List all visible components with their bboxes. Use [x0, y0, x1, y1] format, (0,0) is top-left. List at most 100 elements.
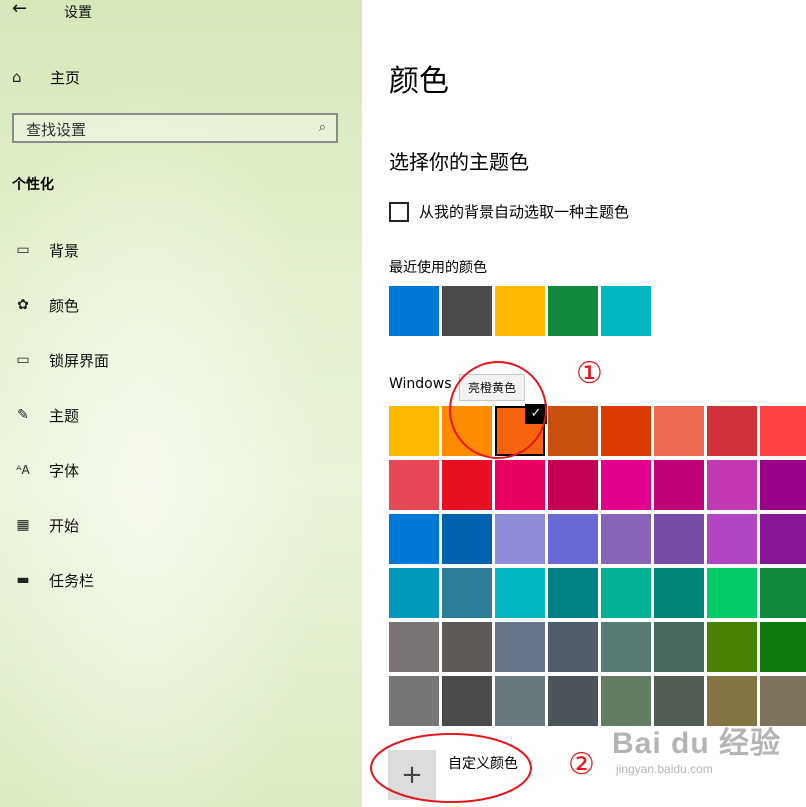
color-swatch[interactable]	[548, 286, 598, 336]
color-swatch[interactable]	[601, 514, 651, 564]
nav-home[interactable]: ⌂ 主页	[12, 64, 312, 90]
color-swatch[interactable]	[548, 622, 598, 672]
section-subtitle: 选择你的主题色	[389, 150, 529, 174]
recent-colors	[389, 286, 654, 336]
color-swatch[interactable]	[495, 460, 545, 510]
sidebar-item-label: 颜色	[49, 296, 80, 315]
start-icon: ▦	[16, 517, 30, 533]
nav-home-label: 主页	[50, 68, 81, 87]
font-icon: ᴬA	[16, 463, 30, 477]
color-swatch[interactable]	[442, 460, 492, 510]
color-swatch[interactable]	[760, 622, 806, 672]
color-swatch[interactable]	[548, 568, 598, 618]
color-swatch[interactable]	[495, 514, 545, 564]
sidebar-item-taskbar[interactable]: ▬ 任务栏	[12, 567, 332, 593]
sidebar-item-label: 锁屏界面	[49, 351, 110, 370]
sidebar-item-label: 开始	[49, 516, 80, 535]
sidebar-item-lockscreen[interactable]: ▭ 锁屏界面	[12, 347, 332, 373]
color-swatch[interactable]	[442, 568, 492, 618]
color-swatch[interactable]	[389, 676, 439, 726]
auto-pick-label: 从我的背景自动选取一种主题色	[419, 203, 630, 221]
color-swatch[interactable]	[442, 676, 492, 726]
color-swatch[interactable]	[548, 514, 598, 564]
search-icon[interactable]: ⌕	[319, 120, 326, 135]
color-swatch[interactable]	[654, 568, 704, 618]
color-swatch[interactable]	[654, 460, 704, 510]
color-swatch[interactable]	[389, 460, 439, 510]
color-swatch[interactable]: ✓	[495, 404, 547, 456]
back-arrow-icon[interactable]: ←	[12, 0, 27, 19]
picture-icon: ▭	[16, 242, 30, 258]
search-placeholder: 查找设置	[26, 121, 87, 139]
color-swatch[interactable]	[389, 514, 439, 564]
color-swatch[interactable]	[548, 676, 598, 726]
color-swatch[interactable]	[601, 568, 651, 618]
sidebar-item-themes[interactable]: ✎ 主题	[12, 402, 332, 428]
auto-pick-checkbox[interactable]	[389, 201, 409, 222]
color-grid-row	[389, 622, 806, 672]
sidebar-item-background[interactable]: ▭ 背景	[12, 237, 332, 263]
main-panel: 颜色 选择你的主题色 从我的背景自动选取一种主题色 最近使用的颜色 Window…	[362, 0, 806, 807]
color-swatch[interactable]	[389, 406, 439, 456]
color-swatch[interactable]	[601, 460, 651, 510]
color-swatch[interactable]	[707, 406, 757, 456]
home-icon: ⌂	[12, 68, 22, 86]
color-swatch[interactable]	[707, 622, 757, 672]
color-swatch[interactable]	[654, 406, 704, 456]
page-title: 颜色	[389, 64, 449, 99]
sidebar-item-fonts[interactable]: ᴬA 字体	[12, 457, 332, 483]
custom-color-button[interactable]: 自定义颜色	[448, 753, 518, 773]
color-swatch[interactable]	[601, 286, 651, 336]
watermark-logo: Bai du 经验	[612, 727, 782, 760]
color-swatch[interactable]	[442, 514, 492, 564]
windows-colors-label: Windows	[389, 376, 452, 392]
color-swatch[interactable]	[442, 622, 492, 672]
sidebar-item-start[interactable]: ▦ 开始	[12, 512, 332, 538]
color-swatch[interactable]	[654, 622, 704, 672]
lockscreen-icon: ▭	[16, 352, 30, 368]
sidebar-item-label: 字体	[49, 461, 80, 480]
annotation-marker-2: ②	[568, 747, 595, 782]
section-title: 个性化	[12, 177, 54, 193]
palette-icon: ✿	[17, 297, 29, 313]
color-swatch[interactable]	[760, 568, 806, 618]
sidebar-item-label: 任务栏	[49, 571, 95, 590]
sidebar-item-label: 背景	[49, 241, 80, 260]
sidebar-item-colors[interactable]: ✿ 颜色	[12, 292, 332, 318]
watermark: Bai du 经验 jingyan.baidu.com	[612, 718, 781, 776]
color-swatch[interactable]	[707, 514, 757, 564]
color-swatch[interactable]	[495, 622, 545, 672]
color-swatch[interactable]	[389, 568, 439, 618]
color-swatch[interactable]	[548, 406, 598, 456]
color-swatch[interactable]	[389, 622, 439, 672]
sidebar-item-label: 主题	[49, 406, 80, 425]
search-input[interactable]: 查找设置 ⌕	[12, 113, 338, 143]
color-swatch[interactable]	[601, 406, 651, 456]
color-swatch[interactable]	[654, 514, 704, 564]
color-swatch[interactable]	[442, 406, 492, 456]
windows-color-grid: ✓	[389, 404, 806, 730]
auto-pick-option[interactable]: 从我的背景自动选取一种主题色	[389, 201, 629, 222]
color-swatch[interactable]	[495, 676, 545, 726]
color-grid-row	[389, 568, 806, 618]
color-grid-row: ✓	[389, 404, 806, 456]
taskbar-icon: ▬	[16, 572, 30, 588]
color-swatch[interactable]	[760, 460, 806, 510]
color-grid-row	[389, 514, 806, 564]
annotation-marker-1: ①	[576, 356, 603, 391]
color-swatch[interactable]	[389, 286, 439, 336]
color-swatch[interactable]	[495, 568, 545, 618]
app-title: 设置	[64, 5, 92, 21]
title-bar: ← 设置	[0, 0, 362, 28]
color-swatch[interactable]	[760, 406, 806, 456]
color-swatch[interactable]	[707, 568, 757, 618]
color-swatch[interactable]	[760, 514, 806, 564]
color-tooltip: 亮橙黄色	[459, 374, 526, 401]
checkmark-icon: ✓	[525, 404, 547, 424]
color-swatch[interactable]	[548, 460, 598, 510]
color-swatch[interactable]	[495, 286, 545, 336]
color-swatch[interactable]	[442, 286, 492, 336]
color-swatch[interactable]	[601, 622, 651, 672]
plus-icon[interactable]: +	[388, 750, 436, 800]
color-swatch[interactable]	[707, 460, 757, 510]
